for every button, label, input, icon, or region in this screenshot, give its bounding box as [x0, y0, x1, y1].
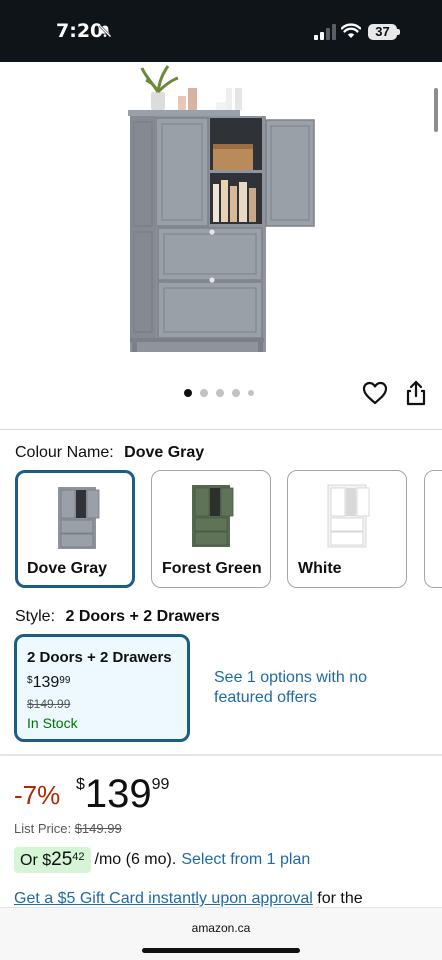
- carousel-dot-1[interactable]: [184, 389, 192, 397]
- browser-address-bar[interactable]: amazon.ca: [0, 907, 442, 960]
- style-label: Style:: [15, 608, 56, 625]
- white-cabinet-thumbnail: [327, 484, 370, 548]
- carousel-dot-2[interactable]: [200, 389, 208, 397]
- swatch-label: White: [298, 560, 342, 577]
- wifi-icon: [341, 23, 361, 38]
- price: $13999: [76, 772, 170, 816]
- swatch-label: Forest Green: [162, 560, 262, 577]
- gift-card-text: for the: [317, 890, 363, 907]
- style-option-list-price: $149.99: [27, 697, 71, 711]
- forest-green-cabinet-thumbnail: [192, 485, 234, 547]
- style-row: Style: 2 Doors + 2 Drawers: [15, 608, 220, 626]
- image-carousel-dots[interactable]: [184, 389, 254, 397]
- status-bar: 7:20 37: [0, 0, 442, 62]
- list-price: List Price: $149.99: [14, 821, 122, 836]
- status-time: 7:20: [56, 20, 104, 42]
- monthly-payment-terms: /mo (6 mo).: [94, 851, 177, 868]
- carousel-dot-4[interactable]: [232, 389, 240, 397]
- colour-name-row: Colour Name: Dove Gray: [15, 444, 204, 462]
- storage-cabinet-image[interactable]: [120, 62, 320, 362]
- cellular-signal-icon: [314, 24, 336, 40]
- scroll-indicator[interactable]: [434, 88, 438, 132]
- monthly-payment-row: Or $2542 /mo (6 mo). Select from 1 plan: [14, 846, 310, 874]
- select-plan-link[interactable]: Select from 1 plan: [181, 851, 310, 869]
- battery-icon: 37: [368, 24, 400, 40]
- style-option-stock: In Stock: [27, 715, 78, 731]
- share-icon[interactable]: [404, 380, 428, 406]
- gift-card-link[interactable]: Get a $5 Gift Card instantly upon approv…: [14, 890, 313, 907]
- gift-card-offer: Get a $5 Gift Card instantly upon approv…: [14, 890, 363, 908]
- style-option-title: 2 Doors + 2 Drawers: [27, 649, 172, 666]
- dove-gray-cabinet-thumbnail: [58, 487, 100, 549]
- style-value: 2 Doors + 2 Drawers: [65, 608, 220, 625]
- battery-level: 37: [368, 24, 397, 40]
- heart-icon[interactable]: [362, 380, 388, 406]
- style-option-price: $13999: [27, 674, 71, 691]
- home-indicator[interactable]: [142, 948, 300, 953]
- swatch-label: Dove Gray: [27, 560, 108, 577]
- section-divider: [0, 754, 442, 756]
- carousel-dot-5[interactable]: [248, 390, 254, 396]
- swatch-forest-green[interactable]: Forest Green: [151, 470, 271, 588]
- colour-name-value: Dove Gray: [124, 444, 205, 461]
- swatch-dove-gray[interactable]: Dove Gray: [15, 470, 135, 588]
- bell-muted-icon: [98, 24, 112, 38]
- monthly-payment-amount: Or $2542: [14, 847, 91, 873]
- section-divider: [0, 429, 442, 430]
- swatch-white[interactable]: White: [287, 470, 407, 588]
- url-text[interactable]: amazon.ca: [0, 921, 442, 935]
- see-options-link[interactable]: See 1 options with no featured offers: [214, 668, 384, 708]
- discount-percent: -7%: [14, 780, 61, 810]
- carousel-dot-3[interactable]: [216, 389, 224, 397]
- style-option-selected[interactable]: 2 Doors + 2 Drawers $13999 $149.99 In St…: [14, 634, 190, 742]
- colour-name-label: Colour Name:: [15, 444, 114, 461]
- swatch-next-peek[interactable]: [424, 470, 442, 588]
